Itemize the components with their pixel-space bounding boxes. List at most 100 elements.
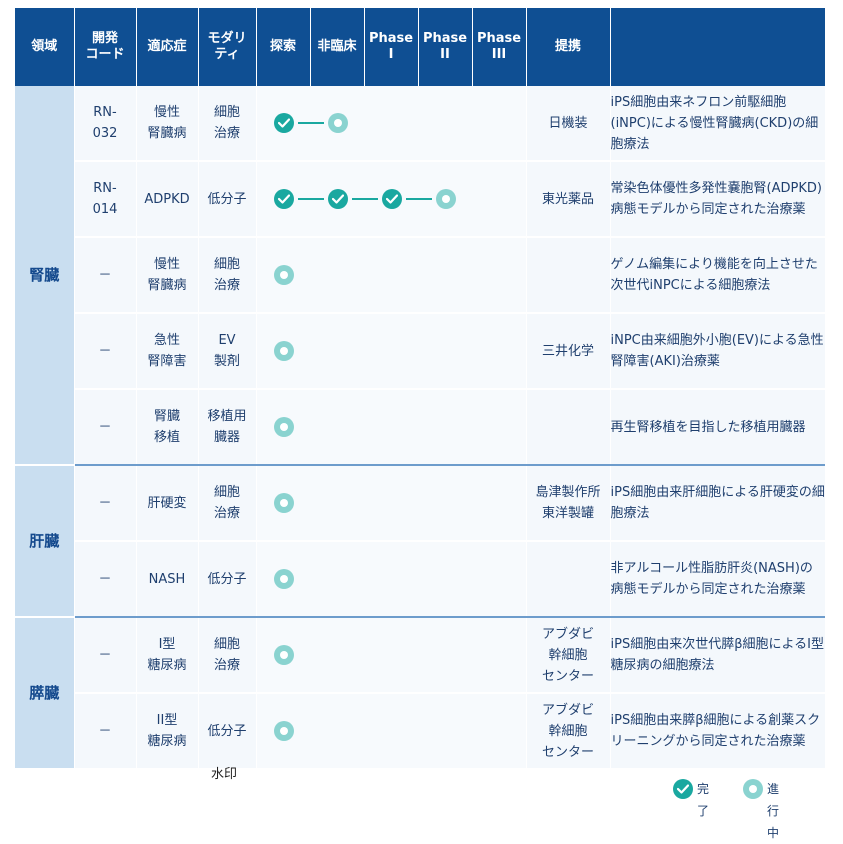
modality-cell-line: 治療 [213, 126, 240, 141]
partner-cell [525, 389, 610, 466]
modality-cell-line: 低分子 [207, 571, 247, 587]
modality-cell-line: EV [218, 333, 236, 348]
phase-progress-cell [255, 617, 526, 694]
description-cell: 再生腎移植を目指した移植用臓器 [609, 389, 825, 466]
legend-done-icon [673, 778, 695, 800]
phase-progress-cell [255, 237, 526, 314]
table-row: － II型 糖尿病 低分子 アブダビ 幹細胞 センター iPS細胞由来膵β細胞による創薬スクリ… [15, 693, 825, 770]
phase-in-progress-icon [273, 645, 294, 665]
indication-cell: NASH [135, 541, 198, 618]
description-cell: 非アルコール性脂肪肝炎(NASH)の病態モデルから同定された治療薬 [609, 541, 825, 618]
modality-cell-line: 製剤 [213, 354, 240, 369]
dev-code-cell: － [73, 389, 136, 466]
modality-cell: 低分子 [197, 541, 256, 618]
table-row: RN- 014 ADPKD 低分子 東光薬品 常染色体優性多発性嚢胞腎(ADPKD)病態モ… [15, 161, 825, 238]
indication-cell-line: 腎臓病 [147, 278, 187, 293]
dev-code-cell: － [73, 617, 136, 694]
phase-in-progress-icon [327, 113, 348, 133]
modality-cell-line: 治療 [213, 506, 240, 521]
legend-in-progress-label: 進行中 [767, 782, 780, 840]
partner-cell-line: 東洋製罐 [541, 506, 594, 521]
indication-cell: 慢性 腎臓病 [135, 86, 198, 162]
partner-cell-line: 東光薬品 [541, 191, 594, 207]
indication-cell: 肝硬変 [135, 465, 198, 542]
modality-cell-line: 治療 [213, 278, 240, 293]
partner-cell-line: 日機装 [548, 115, 588, 131]
description-cell: ゲノム編集により機能を向上させた次世代iNPCによる細胞療法 [609, 237, 825, 314]
partner-cell [525, 237, 610, 314]
modality-cell: 低分子 [197, 161, 256, 238]
indication-cell-line: 急性 [153, 333, 180, 348]
area-kidney: 腎臓 [15, 86, 74, 466]
dev-code-cell-line: － [98, 343, 112, 359]
indication-cell-line: 移植 [153, 430, 180, 445]
phase-in-progress-icon [273, 265, 294, 285]
phase-in-progress-icon [273, 721, 294, 741]
partner-cell-line: センター [541, 668, 594, 684]
phase-progress-cell [255, 313, 526, 390]
dev-code-cell-line: RN- [93, 181, 117, 196]
partner-cell-line: 幹細胞 [548, 723, 588, 739]
phase-complete-icon [381, 189, 402, 209]
phase-in-progress-icon [273, 493, 294, 513]
table-row: －慢性 腎臓病 細胞 治療 ゲノム編集により機能を向上させた次世代iNPCによる細胞療法 [15, 237, 825, 314]
description-cell: iPS細胞由来ネフロン前駆細胞(iNPC)による慢性腎臓病(CKD)の細胞療法 [609, 86, 825, 162]
table-row: － 急性 腎障害 EV 製剤 三井化学 iNPC由来細胞外小胞(EV)による急性腎障害(AK… [15, 313, 825, 390]
modality-cell-line: 低分子 [207, 723, 247, 739]
modality-cell: 細胞 治療 [197, 237, 256, 314]
partner-cell-line: センター [541, 744, 594, 760]
modality-cell: 細胞 治療 [197, 617, 256, 694]
indication-cell-line: 肝硬変 [147, 495, 187, 511]
phase-in-progress-icon [435, 189, 456, 209]
dev-code-cell: － [73, 313, 136, 390]
legend-in-progress-icon [743, 778, 765, 800]
phase-connector [405, 198, 432, 200]
header-phase-1: Phase I [363, 8, 418, 86]
indication-cell-line: 腎障害 [147, 354, 187, 369]
header-description [609, 8, 825, 86]
partner-cell-line: 島津製作所 [535, 485, 601, 500]
indication-cell-line: I型 [158, 637, 176, 652]
indication-cell-line: 糖尿病 [147, 658, 187, 673]
indication-cell-line: II型 [156, 713, 178, 728]
table-row: 肝臓－肝硬変 細胞 治療 島津製作所 東洋製罐 iPS細胞由来肝細胞による肝硬変の細胞療法 [15, 465, 825, 618]
partner-cell: 日機装 [525, 86, 610, 162]
phase-progress-cell [255, 465, 526, 542]
header-dev-code: 開発 コード [73, 8, 136, 86]
phase-complete-icon [273, 189, 294, 209]
area-pancreas: 膵臓 [15, 617, 74, 770]
dev-code-cell: － [73, 541, 136, 618]
dev-code-cell-line: － [98, 419, 112, 435]
pipeline-table-container: 領域 開発 コード 適応症 モダリ ティ 探索 非臨床 Phase I Phase II… [15, 8, 825, 770]
phase-progress-cell [255, 389, 526, 466]
header-area: 領域 [15, 8, 74, 86]
phase-complete-icon [327, 189, 348, 209]
dev-code-cell: － [73, 465, 136, 542]
partner-cell: 三井化学 [525, 313, 610, 390]
header-partner: 提携 [525, 8, 610, 86]
partner-cell: 東光薬品 [525, 161, 610, 238]
dev-code-cell: RN- 014 [73, 161, 136, 238]
header-phase-3: Phase III [471, 8, 526, 86]
header-discovery: 探索 [255, 8, 310, 86]
partner-cell-line: 幹細胞 [548, 647, 588, 663]
modality-cell: 細胞 治療 [197, 86, 256, 162]
indication-cell: I型糖尿病 [135, 617, 198, 694]
description-cell: 常染色体優性多発性嚢胞腎(ADPKD)病態モデルから同定された治療薬 [609, 161, 825, 238]
table-row: －腎臓 移植 移植用 臓器 再生腎移植を目指した移植用臓器 [15, 389, 825, 466]
phase-progress-cell [255, 541, 526, 618]
modality-cell-line: 臓器 [213, 430, 240, 445]
phase-track [257, 162, 526, 236]
legend-done-label: 完了 [697, 782, 710, 818]
table-row: － NASH 低分子 非アルコール性脂肪肝炎(NASH)の病態モデルから同定された治療… [15, 541, 825, 618]
modality-cell-line: 治療 [213, 658, 240, 673]
phase-in-progress-icon [273, 417, 294, 437]
description-cell: iPS細胞由来次世代膵β細胞によるI型糖尿病の細胞療法 [609, 617, 825, 694]
indication-cell-line: 慢性 [153, 257, 180, 272]
dev-code-cell-line: 032 [92, 126, 118, 141]
modality-cell: 細胞 治療 [197, 465, 256, 542]
indication-cell: ADPKD [135, 161, 198, 238]
table-body: 腎臓 RN- 032 慢性 腎臓病 細胞 治療 日機装 iPS細胞由来ネフロン前駆細胞(iNPC… [15, 86, 825, 770]
indication-cell-line: 慢性 [153, 105, 180, 120]
table-header-row: 領域 開発 コード 適応症 モダリ ティ 探索 非臨床 Phase I Phase II… [15, 8, 825, 86]
